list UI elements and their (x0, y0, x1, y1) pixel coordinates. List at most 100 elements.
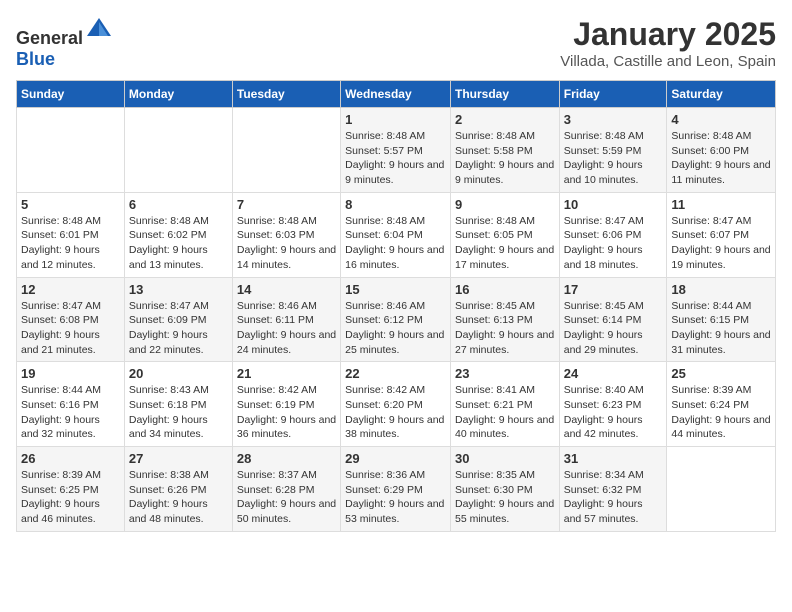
header-saturday: Saturday (667, 81, 776, 108)
logo-blue: Blue (16, 49, 55, 69)
table-row: 28 Sunrise: 8:37 AMSunset: 6:28 PMDaylig… (232, 447, 340, 532)
day-info: Sunrise: 8:34 AMSunset: 6:32 PMDaylight:… (564, 468, 663, 527)
table-row: 12 Sunrise: 8:47 AMSunset: 6:08 PMDaylig… (17, 277, 125, 362)
table-row: 10 Sunrise: 8:47 AMSunset: 6:06 PMDaylig… (559, 192, 667, 277)
location-title: Villada, Castille and Leon, Spain (560, 53, 776, 70)
day-info: Sunrise: 8:38 AMSunset: 6:26 PMDaylight:… (129, 468, 228, 527)
month-title: January 2025 (560, 16, 776, 53)
table-row: 22 Sunrise: 8:42 AMSunset: 6:20 PMDaylig… (341, 362, 451, 447)
table-row: 14 Sunrise: 8:46 AMSunset: 6:11 PMDaylig… (232, 277, 340, 362)
table-row: 30 Sunrise: 8:35 AMSunset: 6:30 PMDaylig… (450, 447, 559, 532)
table-row: 4 Sunrise: 8:48 AMSunset: 6:00 PMDayligh… (667, 108, 776, 193)
day-info: Sunrise: 8:39 AMSunset: 6:24 PMDaylight:… (671, 383, 771, 442)
table-row: 2 Sunrise: 8:48 AMSunset: 5:58 PMDayligh… (450, 108, 559, 193)
day-number: 18 (671, 282, 771, 297)
table-row: 24 Sunrise: 8:40 AMSunset: 6:23 PMDaylig… (559, 362, 667, 447)
day-info: Sunrise: 8:36 AMSunset: 6:29 PMDaylight:… (345, 468, 446, 527)
day-info: Sunrise: 8:48 AMSunset: 6:00 PMDaylight:… (671, 129, 771, 188)
day-number: 22 (345, 366, 446, 381)
day-number: 25 (671, 366, 771, 381)
day-number: 19 (21, 366, 120, 381)
day-number: 21 (237, 366, 336, 381)
day-info: Sunrise: 8:48 AMSunset: 6:04 PMDaylight:… (345, 214, 446, 273)
day-number: 14 (237, 282, 336, 297)
day-number: 3 (564, 112, 663, 127)
day-number: 28 (237, 451, 336, 466)
day-number: 12 (21, 282, 120, 297)
table-row: 20 Sunrise: 8:43 AMSunset: 6:18 PMDaylig… (124, 362, 232, 447)
day-number: 30 (455, 451, 555, 466)
table-row: 31 Sunrise: 8:34 AMSunset: 6:32 PMDaylig… (559, 447, 667, 532)
calendar-week-row: 1 Sunrise: 8:48 AMSunset: 5:57 PMDayligh… (17, 108, 776, 193)
title-section: January 2025 Villada, Castille and Leon,… (560, 16, 776, 70)
table-row: 5 Sunrise: 8:48 AMSunset: 6:01 PMDayligh… (17, 192, 125, 277)
table-row: 18 Sunrise: 8:44 AMSunset: 6:15 PMDaylig… (667, 277, 776, 362)
day-info: Sunrise: 8:44 AMSunset: 6:16 PMDaylight:… (21, 383, 120, 442)
table-row: 29 Sunrise: 8:36 AMSunset: 6:29 PMDaylig… (341, 447, 451, 532)
day-info: Sunrise: 8:35 AMSunset: 6:30 PMDaylight:… (455, 468, 555, 527)
day-number: 13 (129, 282, 228, 297)
calendar-week-row: 26 Sunrise: 8:39 AMSunset: 6:25 PMDaylig… (17, 447, 776, 532)
day-number: 23 (455, 366, 555, 381)
table-row (667, 447, 776, 532)
day-info: Sunrise: 8:44 AMSunset: 6:15 PMDaylight:… (671, 299, 771, 358)
day-info: Sunrise: 8:42 AMSunset: 6:20 PMDaylight:… (345, 383, 446, 442)
day-info: Sunrise: 8:37 AMSunset: 6:28 PMDaylight:… (237, 468, 336, 527)
table-row: 17 Sunrise: 8:45 AMSunset: 6:14 PMDaylig… (559, 277, 667, 362)
table-row (17, 108, 125, 193)
day-info: Sunrise: 8:48 AMSunset: 6:03 PMDaylight:… (237, 214, 336, 273)
day-info: Sunrise: 8:47 AMSunset: 6:09 PMDaylight:… (129, 299, 228, 358)
day-info: Sunrise: 8:48 AMSunset: 5:58 PMDaylight:… (455, 129, 555, 188)
day-info: Sunrise: 8:45 AMSunset: 6:13 PMDaylight:… (455, 299, 555, 358)
table-row: 21 Sunrise: 8:42 AMSunset: 6:19 PMDaylig… (232, 362, 340, 447)
calendar-table: Sunday Monday Tuesday Wednesday Thursday… (16, 80, 776, 532)
header-friday: Friday (559, 81, 667, 108)
calendar-week-row: 5 Sunrise: 8:48 AMSunset: 6:01 PMDayligh… (17, 192, 776, 277)
table-row: 23 Sunrise: 8:41 AMSunset: 6:21 PMDaylig… (450, 362, 559, 447)
day-info: Sunrise: 8:48 AMSunset: 5:59 PMDaylight:… (564, 129, 663, 188)
day-number: 4 (671, 112, 771, 127)
table-row: 16 Sunrise: 8:45 AMSunset: 6:13 PMDaylig… (450, 277, 559, 362)
day-number: 10 (564, 197, 663, 212)
table-row: 19 Sunrise: 8:44 AMSunset: 6:16 PMDaylig… (17, 362, 125, 447)
header-monday: Monday (124, 81, 232, 108)
day-info: Sunrise: 8:46 AMSunset: 6:11 PMDaylight:… (237, 299, 336, 358)
logo: General Blue (16, 16, 113, 70)
weekday-header-row: Sunday Monday Tuesday Wednesday Thursday… (17, 81, 776, 108)
day-info: Sunrise: 8:47 AMSunset: 6:06 PMDaylight:… (564, 214, 663, 273)
day-info: Sunrise: 8:48 AMSunset: 5:57 PMDaylight:… (345, 129, 446, 188)
table-row (124, 108, 232, 193)
day-info: Sunrise: 8:39 AMSunset: 6:25 PMDaylight:… (21, 468, 120, 527)
day-number: 29 (345, 451, 446, 466)
table-row: 26 Sunrise: 8:39 AMSunset: 6:25 PMDaylig… (17, 447, 125, 532)
table-row: 6 Sunrise: 8:48 AMSunset: 6:02 PMDayligh… (124, 192, 232, 277)
day-number: 7 (237, 197, 336, 212)
day-number: 9 (455, 197, 555, 212)
day-number: 16 (455, 282, 555, 297)
header-sunday: Sunday (17, 81, 125, 108)
day-info: Sunrise: 8:42 AMSunset: 6:19 PMDaylight:… (237, 383, 336, 442)
day-number: 24 (564, 366, 663, 381)
day-info: Sunrise: 8:48 AMSunset: 6:02 PMDaylight:… (129, 214, 228, 273)
day-number: 17 (564, 282, 663, 297)
day-number: 15 (345, 282, 446, 297)
calendar-week-row: 19 Sunrise: 8:44 AMSunset: 6:16 PMDaylig… (17, 362, 776, 447)
table-row (232, 108, 340, 193)
table-row: 13 Sunrise: 8:47 AMSunset: 6:09 PMDaylig… (124, 277, 232, 362)
day-info: Sunrise: 8:41 AMSunset: 6:21 PMDaylight:… (455, 383, 555, 442)
day-number: 8 (345, 197, 446, 212)
table-row: 15 Sunrise: 8:46 AMSunset: 6:12 PMDaylig… (341, 277, 451, 362)
day-number: 27 (129, 451, 228, 466)
day-info: Sunrise: 8:48 AMSunset: 6:01 PMDaylight:… (21, 214, 120, 273)
day-number: 20 (129, 366, 228, 381)
day-number: 5 (21, 197, 120, 212)
table-row: 9 Sunrise: 8:48 AMSunset: 6:05 PMDayligh… (450, 192, 559, 277)
day-number: 26 (21, 451, 120, 466)
day-info: Sunrise: 8:43 AMSunset: 6:18 PMDaylight:… (129, 383, 228, 442)
table-row: 3 Sunrise: 8:48 AMSunset: 5:59 PMDayligh… (559, 108, 667, 193)
day-number: 31 (564, 451, 663, 466)
page-header: General Blue January 2025 Villada, Casti… (16, 16, 776, 70)
day-number: 11 (671, 197, 771, 212)
day-info: Sunrise: 8:47 AMSunset: 6:07 PMDaylight:… (671, 214, 771, 273)
table-row: 1 Sunrise: 8:48 AMSunset: 5:57 PMDayligh… (341, 108, 451, 193)
